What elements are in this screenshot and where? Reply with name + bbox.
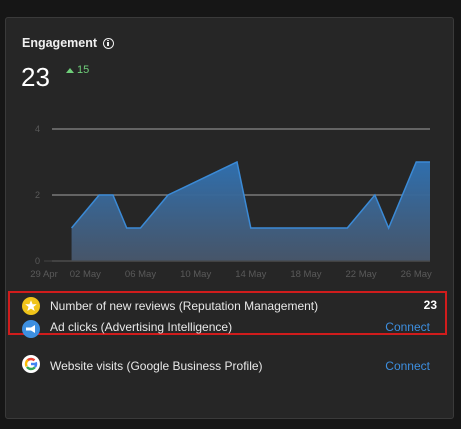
engagement-chart: 0 2 4 29 Apr 02 May 06 May 10 May 14 May 18 May… — [30, 124, 432, 280]
megaphone-icon — [22, 320, 40, 338]
card-title: Engagement — [22, 36, 98, 50]
x-tick-label: 06 May — [125, 269, 156, 280]
y-tick-label: 0 — [35, 256, 40, 266]
x-tick-label: 26 May — [401, 269, 432, 280]
google-icon — [22, 355, 40, 373]
row-ad-clicks: Ad clicks (Advertising Intelligence) Con… — [6, 319, 453, 347]
info-icon[interactable] — [103, 37, 115, 49]
up-arrow-icon — [66, 67, 74, 73]
connect-ad-intelligence-link[interactable]: Connect — [385, 320, 430, 334]
x-tick-label: 10 May — [180, 269, 211, 280]
x-tick-label: 18 May — [290, 269, 321, 280]
x-tick-label: 22 May — [345, 269, 376, 280]
row-label: Website visits (Google Business Profile) — [50, 359, 263, 373]
connect-google-business-link[interactable]: Connect — [385, 359, 430, 373]
y-tick-label: 2 — [35, 190, 40, 200]
delta-value: 15 — [77, 64, 90, 76]
engagement-area — [71, 162, 431, 261]
x-tick-label: 29 Apr — [30, 269, 57, 280]
engagement-total: 23 — [21, 62, 50, 92]
card-header: Engagement — [22, 36, 115, 50]
x-tick-label: 14 May — [235, 269, 266, 280]
y-tick-label: 4 — [35, 124, 40, 134]
engagement-card: Engagement 23 15 0 2 4 29 Apr 02 May 06 May 1… — [5, 17, 454, 419]
row-label: Ad clicks (Advertising Intelligence) — [50, 320, 233, 334]
x-tick-label: 02 May — [70, 269, 101, 280]
row-website-visits: Website visits (Google Business Profile)… — [6, 355, 453, 383]
engagement-delta: 15 — [66, 64, 89, 76]
